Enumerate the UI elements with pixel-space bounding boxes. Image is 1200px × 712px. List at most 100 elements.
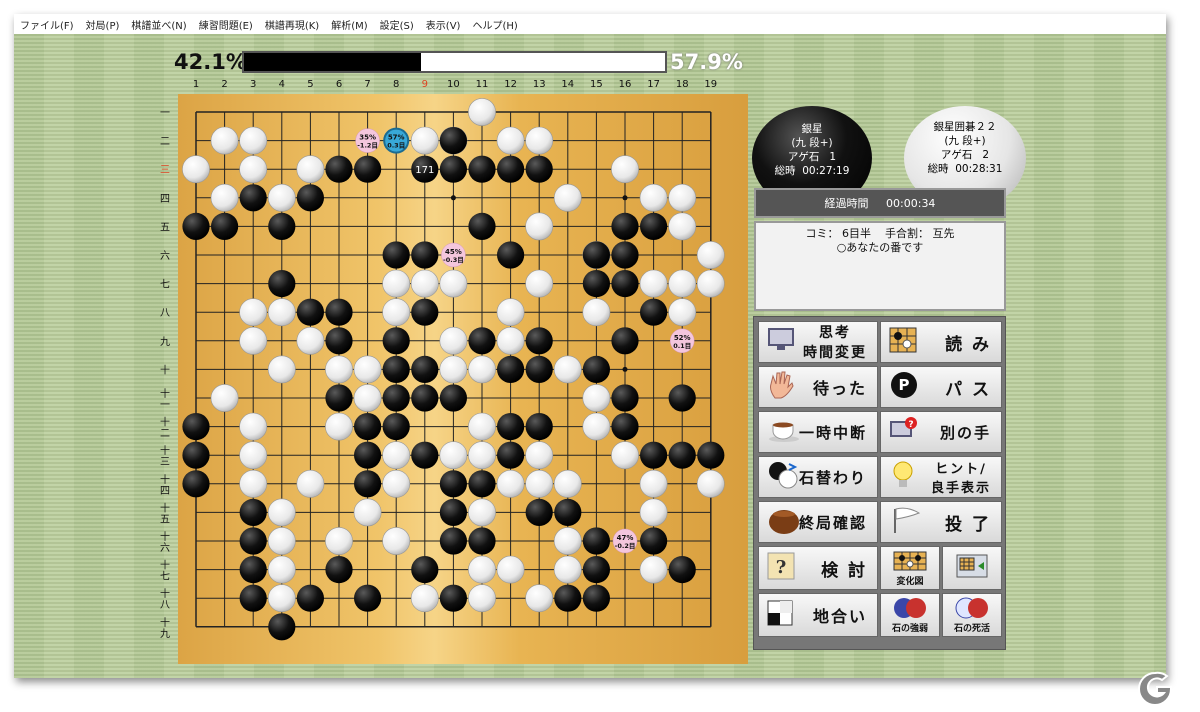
other-move-button[interactable]: ? 別の手 <box>880 411 1002 453</box>
game-terms: コミ： 6目半 手合割： 互先 <box>805 227 955 240</box>
swap-stones-button[interactable]: 石替わり <box>758 456 878 498</box>
row-label: 十 <box>160 363 170 376</box>
life-death-button[interactable]: 石の死活 <box>942 593 1002 637</box>
black-stone <box>239 556 267 584</box>
white-stone <box>582 412 611 441</box>
board-panel-button[interactable] <box>942 546 1002 590</box>
black-stone <box>582 527 610 555</box>
black-stone <box>468 212 496 240</box>
read-button[interactable]: 読 み <box>880 321 1002 363</box>
black-stone <box>325 298 353 326</box>
white-time-row: 総時 00:28:31 <box>927 163 1003 175</box>
col-label: 10 <box>447 79 460 90</box>
white-stone <box>668 212 697 241</box>
black-stone <box>497 441 525 469</box>
hint-score-diff: -0.2目 <box>615 542 636 550</box>
menu-item-6[interactable]: 設定(S) <box>374 17 420 32</box>
white-captured: 2 <box>982 149 990 161</box>
black-stone <box>525 155 553 183</box>
think-time-button[interactable]: 思考 時間変更 <box>758 321 878 363</box>
undo-button-label: 待った <box>812 379 867 398</box>
black-stone <box>497 241 525 269</box>
white-stone <box>525 469 554 498</box>
black-stone <box>640 441 668 469</box>
black-time-row: 総時 00:27:19 <box>774 165 850 177</box>
row-label: 十二 <box>160 416 170 440</box>
white-stone <box>296 469 325 498</box>
menu-bar: ファイル(F) 対局(P) 棋譜並べ(N) 練習問題(E) 棋譜再現(K) 解析(M) 設定… <box>14 14 1166 34</box>
pass-button[interactable]: Pパ ス <box>880 366 1002 408</box>
black-stone <box>668 384 696 412</box>
white-stone <box>639 469 668 498</box>
hint-score-diff: -1.2目 <box>357 142 378 150</box>
menu-item-7[interactable]: 表示(V) <box>420 17 467 32</box>
black-stone <box>182 212 210 240</box>
row-label: 五 <box>160 222 170 233</box>
hint-button-label: ヒント/ 良手表示 <box>930 462 991 496</box>
white-stone <box>353 498 382 527</box>
resign-button[interactable]: 投 了 <box>880 501 1002 543</box>
black-stone <box>468 470 496 498</box>
black-stone <box>411 241 439 269</box>
black-stone <box>525 327 553 355</box>
swap-stones-button-label: 石替わり <box>798 468 867 487</box>
white-stone <box>210 183 239 212</box>
black-stone <box>468 327 496 355</box>
command-panel: 思考 時間変更 読 み待った P パ ス一時中断? 別の手 石替わり ヒント/ 良手表示終局… <box>753 316 1006 650</box>
black-stone <box>497 355 525 383</box>
white-stone <box>267 355 296 384</box>
white-stone <box>325 412 353 441</box>
undo-button[interactable]: 待った <box>758 366 878 408</box>
pause-button[interactable]: 一時中断 <box>758 411 878 453</box>
menu-item-8[interactable]: ヘルプ(H) <box>466 17 523 32</box>
black-stone <box>525 355 553 383</box>
black-stone <box>325 327 353 355</box>
black-stone <box>354 413 382 441</box>
menu-item-2[interactable]: 棋譜並べ(N) <box>125 17 192 32</box>
pass-button-label: パ ス <box>945 379 991 400</box>
variation-button[interactable]: 変化図 <box>880 546 940 590</box>
white-stone <box>439 355 468 384</box>
row-label: 十五 <box>160 501 170 525</box>
white-stone <box>611 155 639 184</box>
black-stone <box>239 527 267 555</box>
hint-score-diff: -0.3目 <box>443 256 464 264</box>
black-stone <box>325 556 353 584</box>
black-stone <box>411 298 439 326</box>
territory-button[interactable]: 地合い <box>758 593 878 637</box>
white-stone <box>668 269 697 298</box>
col-label: 8 <box>393 79 399 90</box>
win-rate-bar <box>242 51 667 73</box>
menu-item-5[interactable]: 解析(M) <box>325 17 373 32</box>
menu-item-1[interactable]: 対局(P) <box>80 17 126 32</box>
go-board[interactable]: 1 2 3 4 5 6 7 8 9 10 11 12 13 14 15 16 17 18 19一二三四五六七八九十十… <box>158 74 748 664</box>
black-captured-row: アゲ石 1 <box>787 151 837 163</box>
pass-icon: P <box>889 370 919 404</box>
white-stone <box>382 269 411 298</box>
end-check-button[interactable]: 終局確認 <box>758 501 878 543</box>
col-label: 15 <box>590 79 603 90</box>
white-stone <box>696 269 725 298</box>
hint-button[interactable]: ヒント/ 良手表示 <box>880 456 1002 498</box>
white-stone <box>239 326 268 355</box>
menu-item-4[interactable]: 棋譜再現(K) <box>259 17 325 32</box>
stone-strength-button[interactable]: 石の強弱 <box>880 593 940 637</box>
hint-percent: 45% <box>445 248 462 256</box>
white-stone <box>696 469 725 498</box>
menu-item-3[interactable]: 練習問題(E) <box>193 17 259 32</box>
col-label: 5 <box>307 79 313 90</box>
white-stone <box>239 126 268 155</box>
white-stone <box>267 183 296 212</box>
white-stone <box>525 584 554 613</box>
white-stone <box>525 269 554 298</box>
menu-item-0[interactable]: ファイル(F) <box>14 17 80 32</box>
black-stone <box>468 527 496 555</box>
star-point <box>622 195 628 201</box>
white-stone <box>496 126 525 155</box>
white-stone <box>525 126 554 155</box>
white-stone <box>468 355 496 384</box>
row-label: 七 <box>160 279 170 291</box>
hint-score-diff: 0.3目 <box>387 142 405 150</box>
pcq-icon: ? <box>889 416 919 448</box>
review-button[interactable]: ? 検 討 <box>758 546 878 590</box>
